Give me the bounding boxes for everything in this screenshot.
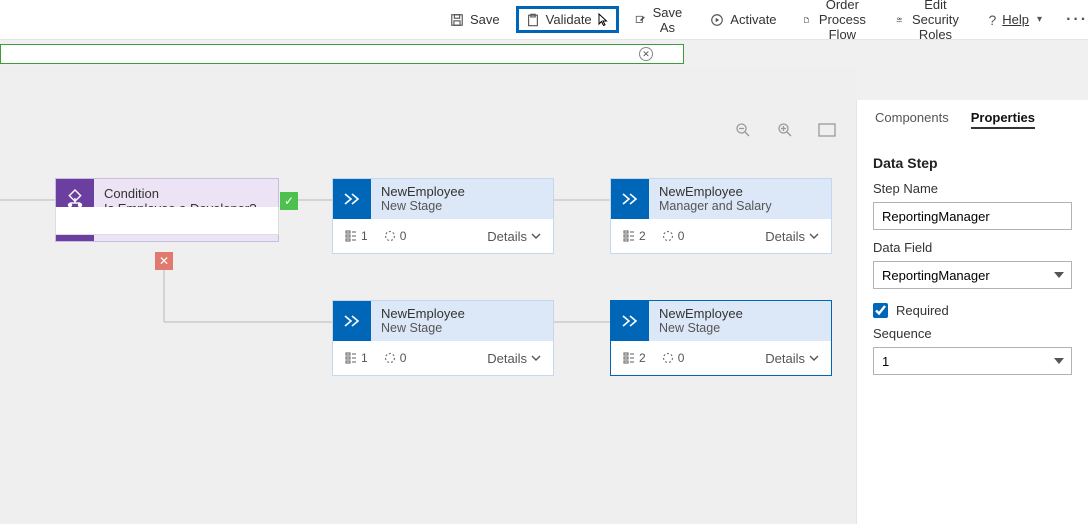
stage-icon: [611, 301, 649, 341]
condition-yes-badge: ✓: [280, 192, 298, 210]
save-icon: [450, 13, 464, 27]
condition-title: Condition: [104, 186, 268, 201]
stage-footer: 2 0 Details: [611, 219, 831, 253]
details-button[interactable]: Details: [765, 229, 819, 244]
stage-titles: NewEmployee New Stage: [371, 179, 553, 219]
validate-label: Validate: [546, 12, 592, 27]
spin-count: 0: [662, 229, 685, 243]
stage-icon: [333, 301, 371, 341]
chevron-down-icon: [531, 353, 541, 363]
connectors: [0, 66, 856, 524]
designer-canvas[interactable]: Condition Is Employee a Developer? ✓ ✕ N…: [0, 66, 856, 524]
stage-node[interactable]: NewEmployee New Stage 2 0 Details: [610, 300, 832, 376]
save-label: Save: [470, 12, 500, 27]
activate-icon: [710, 13, 724, 27]
spin-count: 0: [384, 229, 407, 243]
section-title: Data Step: [873, 155, 1072, 171]
condition-footer: [55, 207, 279, 235]
help-button[interactable]: ? Help ▾: [978, 6, 1052, 34]
details-button[interactable]: Details: [487, 351, 541, 366]
edit-roles-label: Edit Security Roles: [908, 0, 962, 42]
step-name-label: Step Name: [873, 181, 1072, 196]
steps-count: 1: [345, 351, 368, 365]
close-icon[interactable]: ✕: [639, 47, 653, 61]
panel-tabs: Components Properties: [857, 100, 1088, 139]
stage-footer: 1 0 Details: [333, 219, 553, 253]
details-button[interactable]: Details: [765, 351, 819, 366]
stage-footer: 1 0 Details: [333, 341, 553, 375]
toolbar-right: ? Help ▾ ···: [978, 6, 1088, 34]
cursor-icon: [598, 13, 609, 27]
required-checkbox[interactable]: [873, 303, 888, 318]
chevron-down-icon: [809, 231, 819, 241]
message-bar: ✕: [0, 44, 684, 64]
chevron-down-icon: [809, 353, 819, 363]
stage-header: NewEmployee New Stage: [611, 301, 831, 341]
tab-components[interactable]: Components: [875, 110, 949, 129]
stage-titles: NewEmployee New Stage: [371, 301, 553, 341]
stage-title: NewEmployee: [381, 184, 543, 199]
document-icon: [803, 13, 810, 27]
sequence-label: Sequence: [873, 326, 1072, 341]
stage-title: NewEmployee: [659, 184, 821, 199]
activate-label: Activate: [730, 12, 776, 27]
stage-node[interactable]: NewEmployee New Stage 1 0 Details: [332, 178, 554, 254]
clipboard-icon: [526, 13, 540, 27]
help-icon: ?: [988, 12, 996, 28]
stage-node[interactable]: NewEmployee Manager and Salary 2 0 Detai…: [610, 178, 832, 254]
validate-button[interactable]: Validate: [516, 6, 619, 33]
stage-node[interactable]: NewEmployee New Stage 1 0 Details: [332, 300, 554, 376]
help-label: Help: [1002, 12, 1029, 27]
stage-icon: [333, 179, 371, 219]
order-flow-label: Order Process Flow: [815, 0, 869, 42]
people-icon: [896, 13, 903, 27]
stage-titles: NewEmployee Manager and Salary: [649, 179, 831, 219]
stage-subtitle: New Stage: [659, 321, 821, 335]
stage-subtitle: New Stage: [381, 199, 543, 213]
panel-body: Data Step Step Name Data Field Reporting…: [857, 139, 1088, 383]
chevron-down-icon: [531, 231, 541, 241]
stage-titles: NewEmployee New Stage: [649, 301, 831, 341]
zoom-in-icon[interactable]: [776, 122, 794, 138]
condition-no-badge: ✕: [155, 252, 173, 270]
spin-count: 0: [384, 351, 407, 365]
stage-header: NewEmployee Manager and Salary: [611, 179, 831, 219]
tab-properties[interactable]: Properties: [971, 110, 1035, 129]
zoom-out-icon[interactable]: [734, 122, 752, 138]
save-as-button[interactable]: Save As: [625, 0, 695, 41]
fit-screen-icon[interactable]: [818, 122, 836, 138]
required-label: Required: [896, 303, 949, 318]
stage-title: NewEmployee: [659, 306, 821, 321]
stage-header: NewEmployee New Stage: [333, 301, 553, 341]
chevron-down-icon: ▾: [1037, 14, 1042, 25]
edit-roles-button[interactable]: Edit Security Roles: [886, 0, 973, 48]
save-as-icon: [635, 13, 645, 27]
stage-footer: 2 0 Details: [611, 341, 831, 375]
sequence-select[interactable]: 1: [873, 347, 1072, 375]
spin-count: 0: [662, 351, 685, 365]
stage-header: NewEmployee New Stage: [333, 179, 553, 219]
steps-count: 2: [623, 229, 646, 243]
activate-button[interactable]: Activate: [700, 6, 786, 33]
more-button[interactable]: ···: [1058, 11, 1088, 29]
step-name-input[interactable]: [873, 202, 1072, 230]
toolbar: Save Validate Save As Activate Order Pro…: [0, 0, 1088, 40]
properties-panel: Components Properties Data Step Step Nam…: [856, 100, 1088, 524]
order-flow-button[interactable]: Order Process Flow: [793, 0, 880, 48]
save-button[interactable]: Save: [440, 6, 510, 33]
canvas-tools: [734, 122, 836, 138]
stage-icon: [611, 179, 649, 219]
data-field-select[interactable]: ReportingManager: [873, 261, 1072, 289]
steps-count: 2: [623, 351, 646, 365]
data-field-label: Data Field: [873, 240, 1072, 255]
stage-title: NewEmployee: [381, 306, 543, 321]
stage-subtitle: New Stage: [381, 321, 543, 335]
steps-count: 1: [345, 229, 368, 243]
details-button[interactable]: Details: [487, 229, 541, 244]
save-as-label: Save As: [651, 5, 685, 35]
stage-subtitle: Manager and Salary: [659, 199, 821, 213]
